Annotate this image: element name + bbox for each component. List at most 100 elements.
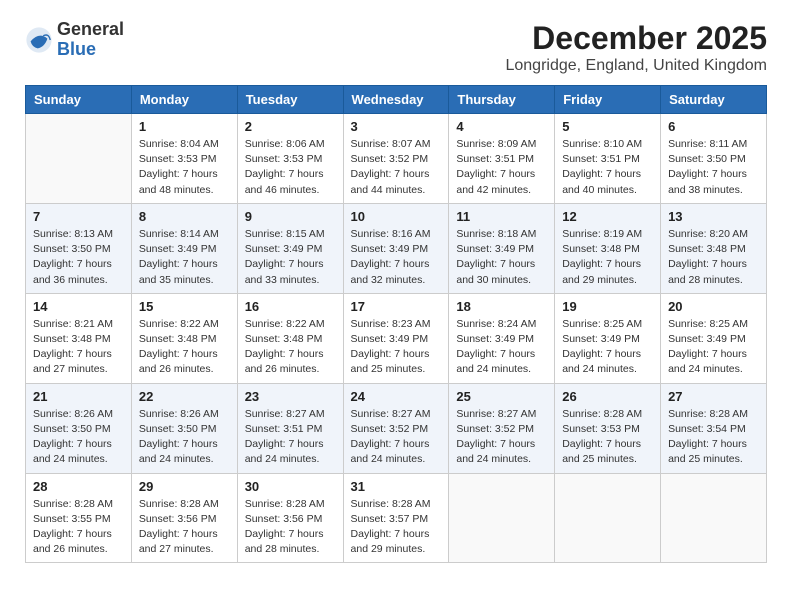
day-info: Sunrise: 8:16 AM Sunset: 3:49 PM Dayligh… [351, 227, 442, 288]
table-row: 27 Sunrise: 8:28 AM Sunset: 3:54 PM Dayli… [661, 383, 767, 473]
logo-icon [25, 26, 53, 54]
day-info: Sunrise: 8:18 AM Sunset: 3:49 PM Dayligh… [456, 227, 547, 288]
table-row: 30Sunrise: 8:28 AM Sunset: 3:56 PM Dayli… [237, 473, 343, 563]
day-info: Sunrise: 8:25 AM Sunset: 3:49 PM Dayligh… [668, 317, 759, 378]
table-row: 24 Sunrise: 8:27 AM Sunset: 3:52 PM Dayli… [343, 383, 449, 473]
calendar-week-row: 21 Sunrise: 8:26 AM Sunset: 3:50 PM Dayli… [26, 383, 767, 473]
day-info: Sunrise: 8:23 AM Sunset: 3:49 PM Dayligh… [351, 317, 442, 378]
title-block: December 2025 Longridge, England, United… [505, 20, 767, 75]
table-row: 1 Sunrise: 8:04 AM Sunset: 3:53 PM Daylig… [131, 114, 237, 204]
col-monday: Monday [131, 86, 237, 114]
day-info: Sunrise: 8:28 AM Sunset: 3:55 PM Dayligh… [33, 497, 124, 558]
day-number: 26 [562, 389, 653, 404]
day-number: 20 [668, 299, 759, 314]
col-friday: Friday [555, 86, 661, 114]
day-info: Sunrise: 8:27 AM Sunset: 3:52 PM Dayligh… [456, 407, 547, 468]
table-row: 10 Sunrise: 8:16 AM Sunset: 3:49 PM Dayli… [343, 203, 449, 293]
day-number: 3 [351, 119, 442, 134]
day-number: 21 [33, 389, 124, 404]
table-row: 7Sunrise: 8:13 AM Sunset: 3:50 PM Daylig… [26, 203, 132, 293]
day-number: 29 [139, 479, 230, 494]
day-number: 11 [456, 209, 547, 224]
day-number: 2 [245, 119, 336, 134]
day-number: 24 [351, 389, 442, 404]
day-info: Sunrise: 8:28 AM Sunset: 3:56 PM Dayligh… [139, 497, 230, 558]
day-info: Sunrise: 8:28 AM Sunset: 3:57 PM Dayligh… [351, 497, 442, 558]
table-row [661, 473, 767, 563]
table-row: 8Sunrise: 8:14 AM Sunset: 3:49 PM Daylig… [131, 203, 237, 293]
table-row: 12Sunrise: 8:19 AM Sunset: 3:48 PM Dayli… [555, 203, 661, 293]
day-info: Sunrise: 8:26 AM Sunset: 3:50 PM Dayligh… [33, 407, 124, 468]
calendar-week-row: 28 Sunrise: 8:28 AM Sunset: 3:55 PM Dayli… [26, 473, 767, 563]
day-number: 31 [351, 479, 442, 494]
day-info: Sunrise: 8:11 AM Sunset: 3:50 PM Dayligh… [668, 137, 759, 198]
day-info: Sunrise: 8:07 AM Sunset: 3:52 PM Dayligh… [351, 137, 442, 198]
table-row: 2 Sunrise: 8:06 AM Sunset: 3:53 PM Daylig… [237, 114, 343, 204]
day-info: Sunrise: 8:06 AM Sunset: 3:53 PM Dayligh… [245, 137, 336, 198]
table-row: 13Sunrise: 8:20 AM Sunset: 3:48 PM Dayli… [661, 203, 767, 293]
day-number: 19 [562, 299, 653, 314]
day-info: Sunrise: 8:22 AM Sunset: 3:48 PM Dayligh… [245, 317, 336, 378]
col-thursday: Thursday [449, 86, 555, 114]
table-row: 31 Sunrise: 8:28 AM Sunset: 3:57 PM Dayli… [343, 473, 449, 563]
day-info: Sunrise: 8:28 AM Sunset: 3:54 PM Dayligh… [668, 407, 759, 468]
day-number: 12 [562, 209, 653, 224]
col-tuesday: Tuesday [237, 86, 343, 114]
day-number: 10 [351, 209, 442, 224]
day-number: 27 [668, 389, 759, 404]
day-info: Sunrise: 8:15 AM Sunset: 3:49 PM Dayligh… [245, 227, 336, 288]
day-number: 28 [33, 479, 124, 494]
table-row: 19 Sunrise: 8:25 AM Sunset: 3:49 PM Dayli… [555, 293, 661, 383]
month-title: December 2025 [505, 20, 767, 57]
col-saturday: Saturday [661, 86, 767, 114]
table-row [449, 473, 555, 563]
table-row: 11 Sunrise: 8:18 AM Sunset: 3:49 PM Dayli… [449, 203, 555, 293]
table-row: 21 Sunrise: 8:26 AM Sunset: 3:50 PM Dayli… [26, 383, 132, 473]
day-info: Sunrise: 8:27 AM Sunset: 3:52 PM Dayligh… [351, 407, 442, 468]
logo-text: General Blue [57, 20, 124, 60]
table-row: 23Sunrise: 8:27 AM Sunset: 3:51 PM Dayli… [237, 383, 343, 473]
day-number: 13 [668, 209, 759, 224]
day-info: Sunrise: 8:22 AM Sunset: 3:48 PM Dayligh… [139, 317, 230, 378]
day-number: 9 [245, 209, 336, 224]
table-row [555, 473, 661, 563]
day-number: 23 [245, 389, 336, 404]
day-info: Sunrise: 8:04 AM Sunset: 3:53 PM Dayligh… [139, 137, 230, 198]
day-number: 18 [456, 299, 547, 314]
page-header: General Blue December 2025 Longridge, En… [25, 20, 767, 75]
table-row: 17 Sunrise: 8:23 AM Sunset: 3:49 PM Dayli… [343, 293, 449, 383]
table-row: 29 Sunrise: 8:28 AM Sunset: 3:56 PM Dayli… [131, 473, 237, 563]
day-number: 17 [351, 299, 442, 314]
day-info: Sunrise: 8:10 AM Sunset: 3:51 PM Dayligh… [562, 137, 653, 198]
table-row: 18Sunrise: 8:24 AM Sunset: 3:49 PM Dayli… [449, 293, 555, 383]
day-info: Sunrise: 8:26 AM Sunset: 3:50 PM Dayligh… [139, 407, 230, 468]
calendar-table: Sunday Monday Tuesday Wednesday Thursday… [25, 85, 767, 563]
logo: General Blue [25, 20, 124, 60]
logo-blue-text: Blue [57, 40, 124, 60]
table-row: 22 Sunrise: 8:26 AM Sunset: 3:50 PM Dayli… [131, 383, 237, 473]
day-number: 8 [139, 209, 230, 224]
day-info: Sunrise: 8:28 AM Sunset: 3:56 PM Dayligh… [245, 497, 336, 558]
table-row: 6 Sunrise: 8:11 AM Sunset: 3:50 PM Daylig… [661, 114, 767, 204]
day-info: Sunrise: 8:25 AM Sunset: 3:49 PM Dayligh… [562, 317, 653, 378]
day-number: 14 [33, 299, 124, 314]
day-number: 5 [562, 119, 653, 134]
calendar-week-row: 1 Sunrise: 8:04 AM Sunset: 3:53 PM Daylig… [26, 114, 767, 204]
table-row: 25 Sunrise: 8:27 AM Sunset: 3:52 PM Dayli… [449, 383, 555, 473]
day-number: 25 [456, 389, 547, 404]
calendar-header-row: Sunday Monday Tuesday Wednesday Thursday… [26, 86, 767, 114]
day-info: Sunrise: 8:28 AM Sunset: 3:53 PM Dayligh… [562, 407, 653, 468]
table-row [26, 114, 132, 204]
day-number: 6 [668, 119, 759, 134]
col-wednesday: Wednesday [343, 86, 449, 114]
day-number: 1 [139, 119, 230, 134]
location-text: Longridge, England, United Kingdom [505, 57, 767, 75]
day-number: 16 [245, 299, 336, 314]
day-info: Sunrise: 8:21 AM Sunset: 3:48 PM Dayligh… [33, 317, 124, 378]
day-number: 22 [139, 389, 230, 404]
logo-general-text: General [57, 20, 124, 40]
calendar-week-row: 14 Sunrise: 8:21 AM Sunset: 3:48 PM Dayli… [26, 293, 767, 383]
table-row: 16 Sunrise: 8:22 AM Sunset: 3:48 PM Dayli… [237, 293, 343, 383]
day-info: Sunrise: 8:09 AM Sunset: 3:51 PM Dayligh… [456, 137, 547, 198]
table-row: 26 Sunrise: 8:28 AM Sunset: 3:53 PM Dayli… [555, 383, 661, 473]
